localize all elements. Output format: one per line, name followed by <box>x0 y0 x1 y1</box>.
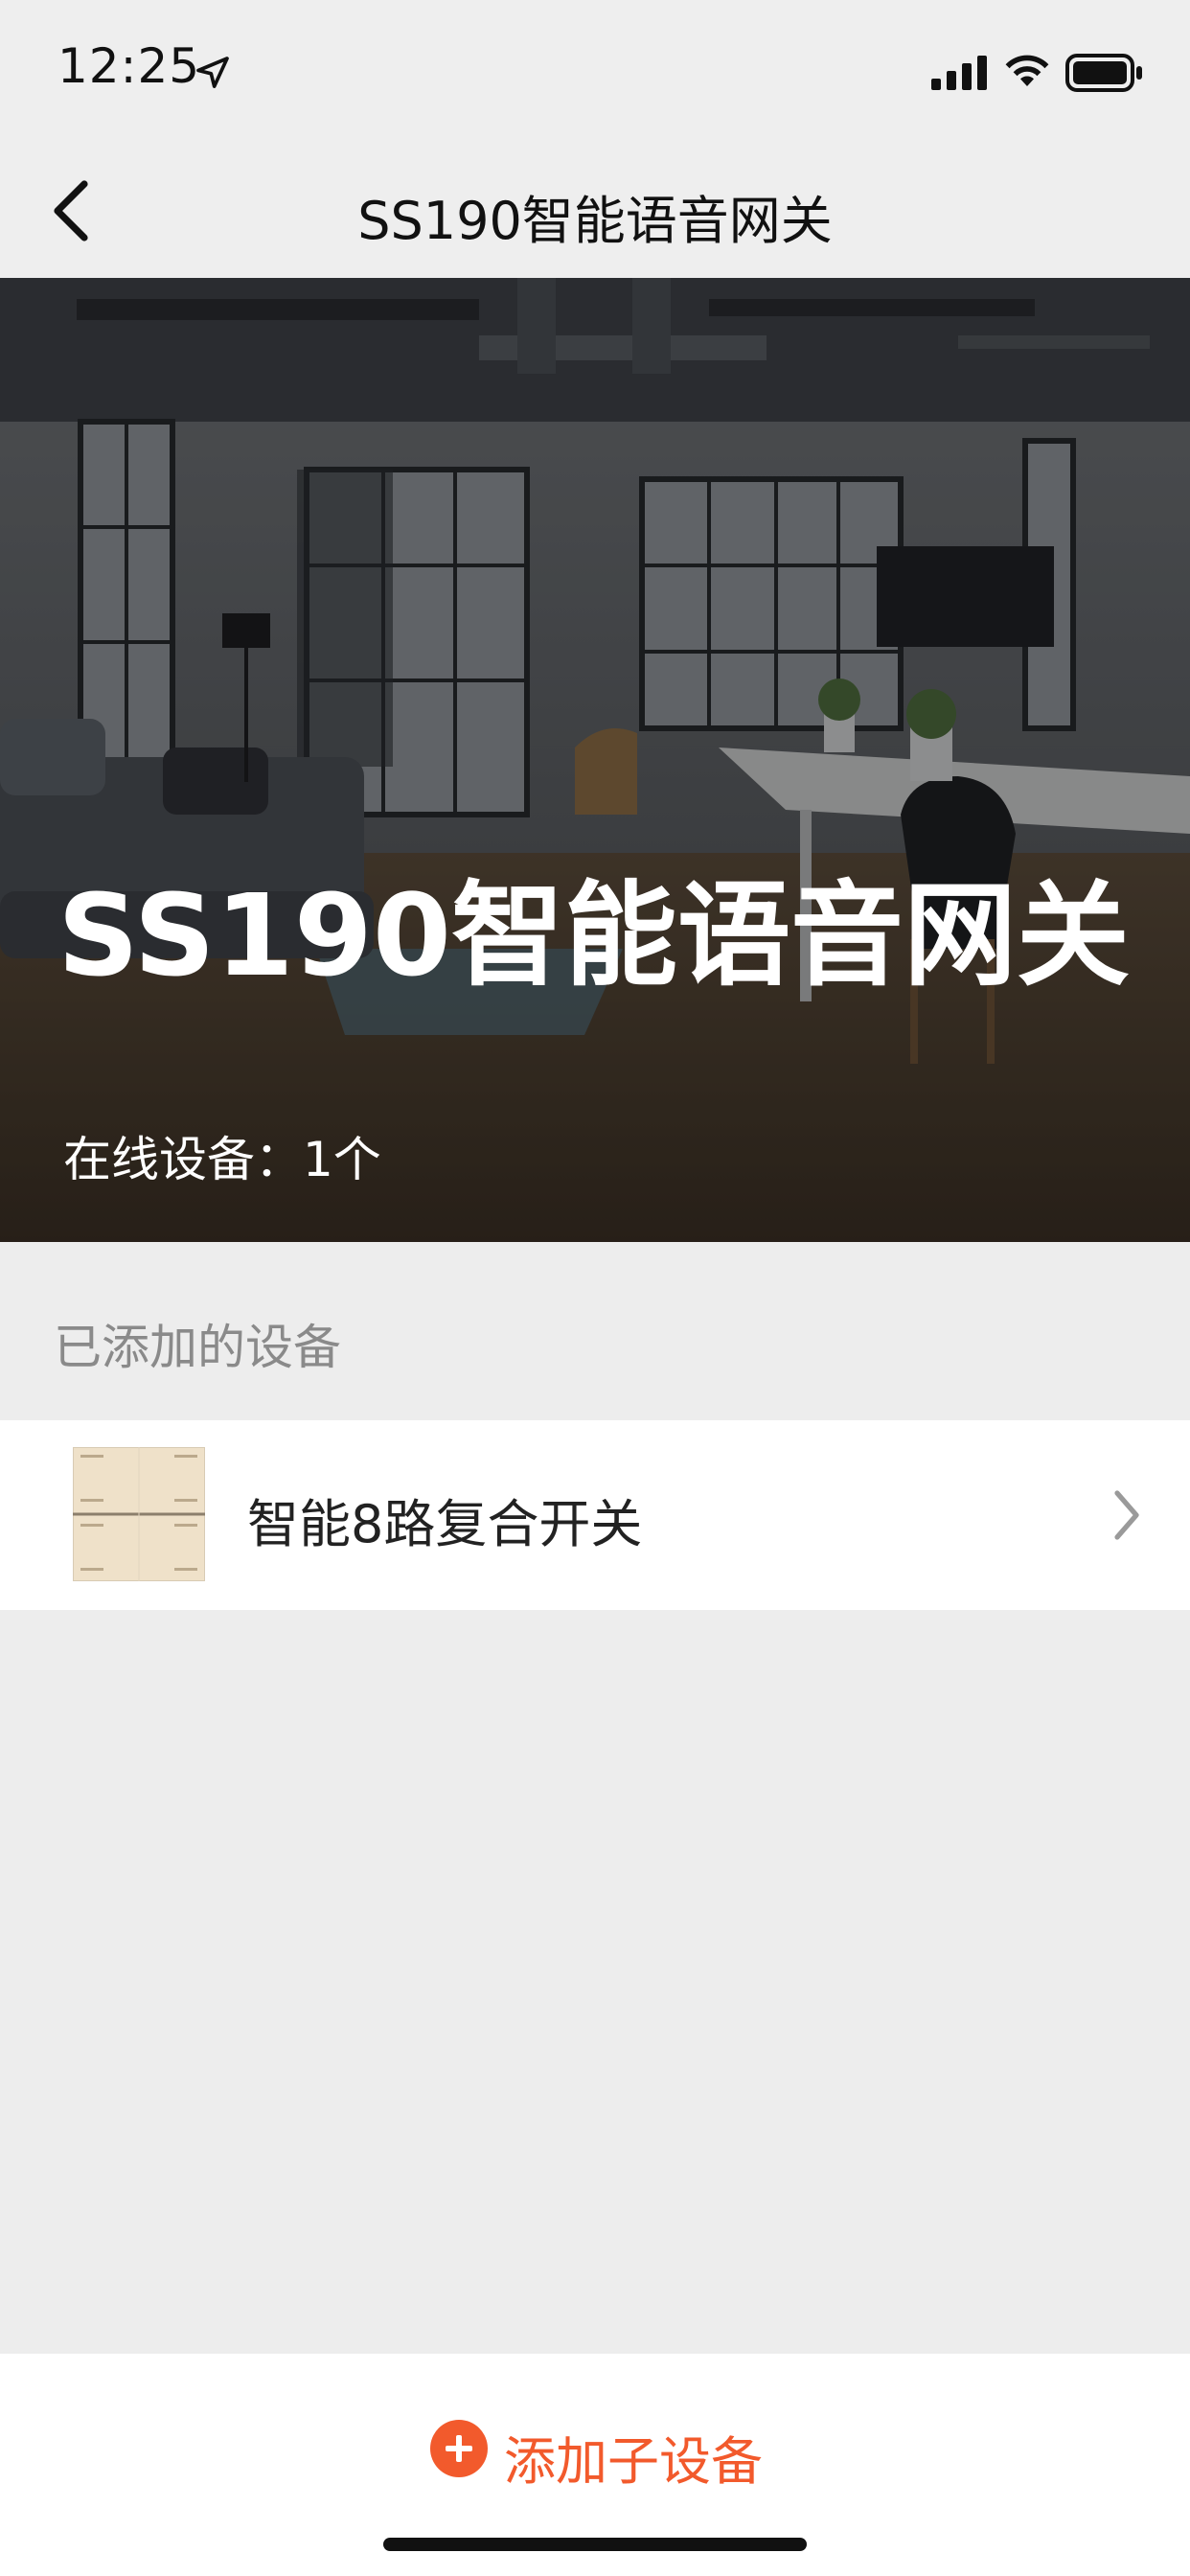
status-time: 12:25 <box>57 38 201 94</box>
home-indicator[interactable] <box>383 2538 807 2551</box>
bottom-action-bar: 添加子设备 <box>0 2354 1190 2576</box>
plus-circle-icon <box>430 2420 488 2477</box>
switch-panel-thumbnail <box>73 1447 205 1581</box>
add-sub-device-label: 添加子设备 <box>504 2431 763 2492</box>
battery-icon <box>1065 54 1142 92</box>
cellular-signal-icon <box>931 56 987 90</box>
page-title: SS190智能语音网关 <box>357 191 833 251</box>
hero-banner: SS190智能语音网关 在线设备：1个 <box>0 278 1190 1242</box>
location-arrow-icon <box>196 57 229 88</box>
online-device-count: 在线设备：1个 <box>63 1132 381 1187</box>
added-devices-section-header: 已添加的设备 <box>54 1320 341 1375</box>
hero-office-image <box>0 278 1190 1242</box>
add-sub-device-button[interactable]: 添加子设备 <box>429 2402 774 2497</box>
hero-device-title: SS190智能语音网关 <box>57 869 1130 1001</box>
status-bar: 12:25 <box>0 0 1190 144</box>
chevron-right-icon <box>1114 1490 1139 1540</box>
device-list-item[interactable]: 智能8路复合开关 <box>0 1420 1190 1610</box>
wifi-icon <box>1005 55 1049 86</box>
device-name: 智能8路复合开关 <box>247 1494 643 1554</box>
navigation-bar: SS190智能语音网关 <box>0 144 1190 278</box>
